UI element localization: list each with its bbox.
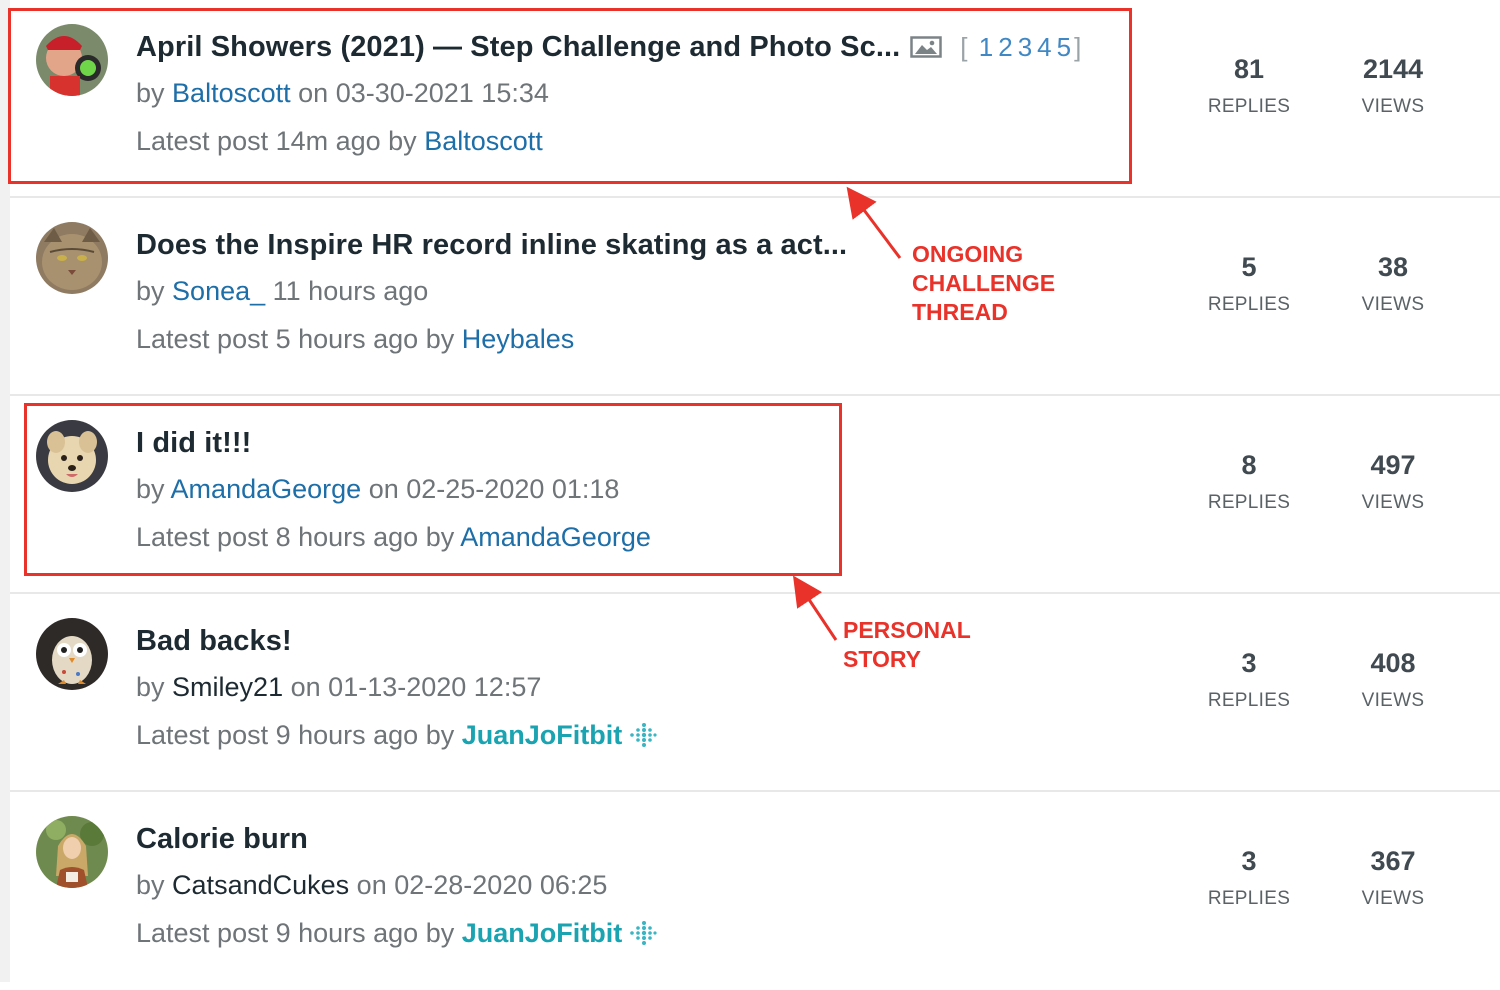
annotation-personal-story: PERSONAL STORY [843, 616, 971, 674]
annotation-line: THREAD [912, 299, 1008, 325]
annotation-line: ONGOING [912, 241, 1024, 267]
arrow-challenge [846, 186, 902, 259]
annotation-arrows [793, 186, 902, 641]
arrow-personal [793, 575, 838, 641]
annotation-line: PERSONAL [843, 617, 971, 643]
annotation-line: STORY [843, 646, 921, 672]
annotation-ongoing-challenge: ONGOING CHALLENGE THREAD [912, 240, 1055, 327]
annotation-line: CHALLENGE [912, 270, 1056, 296]
